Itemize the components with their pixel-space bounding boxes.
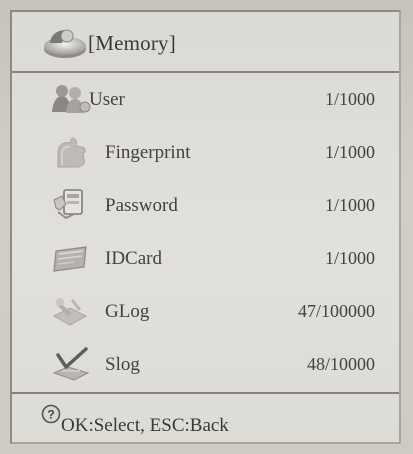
- help-icon: ?: [41, 404, 61, 424]
- list-item-password[interactable]: Password 1/1000: [12, 179, 399, 232]
- row-value: 47/100000: [297, 301, 375, 321]
- memory-screen: [Memory] User 1/1000 Fingerprint 1/1000 …: [10, 10, 401, 444]
- users-icon: [52, 85, 91, 113]
- row-value: 1/1000: [324, 142, 375, 162]
- device-frame: [Memory] User 1/1000 Fingerprint 1/1000 …: [0, 0, 413, 454]
- list-item-glog[interactable]: GLog 47/100000: [12, 285, 399, 338]
- row-label: GLog: [105, 301, 150, 322]
- disk-icon: [44, 29, 86, 58]
- row-value: 48/10000: [306, 354, 375, 374]
- list-item-user[interactable]: User 1/1000: [12, 73, 399, 126]
- svg-text:?: ?: [47, 408, 54, 422]
- password-icon: [53, 189, 83, 220]
- row-label: Slog: [105, 354, 140, 375]
- slog-icon: [52, 347, 90, 381]
- row-label: Fingerprint: [105, 142, 191, 163]
- row-value: 1/1000: [324, 195, 375, 215]
- fingerprint-icon: [57, 137, 86, 168]
- row-value: 1/1000: [324, 248, 375, 268]
- header: [Memory]: [12, 12, 399, 74]
- footer-divider: [12, 392, 399, 394]
- row-label: User: [89, 89, 125, 110]
- row-label: IDCard: [105, 248, 162, 269]
- memory-list: User 1/1000 Fingerprint 1/1000 Password …: [12, 73, 399, 391]
- page-title: [Memory]: [88, 31, 176, 55]
- row-label: Password: [105, 195, 178, 216]
- glog-icon: [52, 298, 88, 326]
- row-value: 1/1000: [324, 89, 375, 109]
- key-hint: OK:Select, ESC:Back: [61, 415, 229, 436]
- id-card-icon: [53, 246, 87, 272]
- list-item-slog[interactable]: Slog 48/10000: [12, 338, 399, 391]
- list-item-idcard[interactable]: IDCard 1/1000: [12, 232, 399, 285]
- list-item-fingerprint[interactable]: Fingerprint 1/1000: [12, 126, 399, 179]
